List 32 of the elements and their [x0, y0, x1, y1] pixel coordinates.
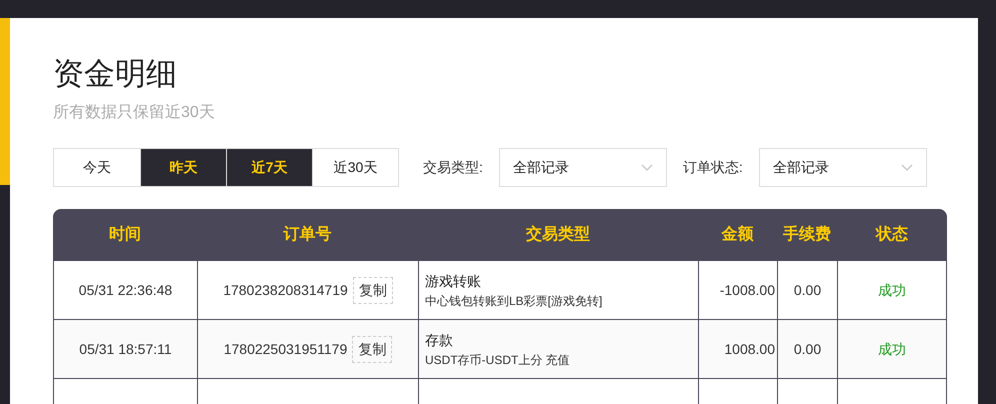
order-number: 1780238208314719: [223, 280, 348, 300]
column-header: 订单号: [282, 224, 332, 245]
filter-select[interactable]: 全部记录: [498, 148, 667, 187]
amount: 1008.00: [724, 340, 775, 358]
transaction-detail: 中心钱包转账到LB彩票[游戏免转]: [425, 292, 602, 310]
fee: 0.00: [794, 280, 822, 300]
filter-label: 交易类型:: [423, 158, 483, 177]
column-header: 时间: [108, 224, 142, 245]
date-tab[interactable]: 昨天: [140, 149, 226, 186]
column-header: 手续费: [782, 224, 832, 245]
column-header: 状态: [874, 224, 909, 245]
copy-button[interactable]: 复制: [352, 336, 392, 362]
chevron-down-icon: [900, 164, 913, 172]
order-number: 1780225031951179: [224, 340, 348, 358]
status-text: 成功: [878, 280, 906, 300]
transaction-type: 游戏转账: [425, 272, 481, 290]
status-text: 成功: [878, 340, 906, 358]
chevron-down-icon: [640, 164, 653, 172]
column-header: 金额: [720, 224, 754, 245]
date-tab[interactable]: 近7天: [226, 149, 312, 186]
column-header: 交易类型: [525, 224, 591, 245]
copy-button[interactable]: 复制: [352, 276, 393, 304]
amount: -1008.00: [720, 280, 775, 300]
filter-select[interactable]: 全部记录: [758, 148, 927, 187]
transaction-detail: USDT存币-USDT上分 充值: [425, 352, 570, 368]
transaction-type: 存款: [425, 330, 453, 350]
table-cell: 05/31 22:36:48: [54, 261, 198, 319]
table-cell: 05/31 18:57:11: [54, 320, 198, 378]
filter-label: 订单状态:: [682, 158, 743, 177]
fee: 0.00: [794, 340, 822, 358]
page-subtitle: 所有数据只保留近30天: [53, 102, 215, 123]
page-title: 资金明细: [53, 55, 177, 93]
